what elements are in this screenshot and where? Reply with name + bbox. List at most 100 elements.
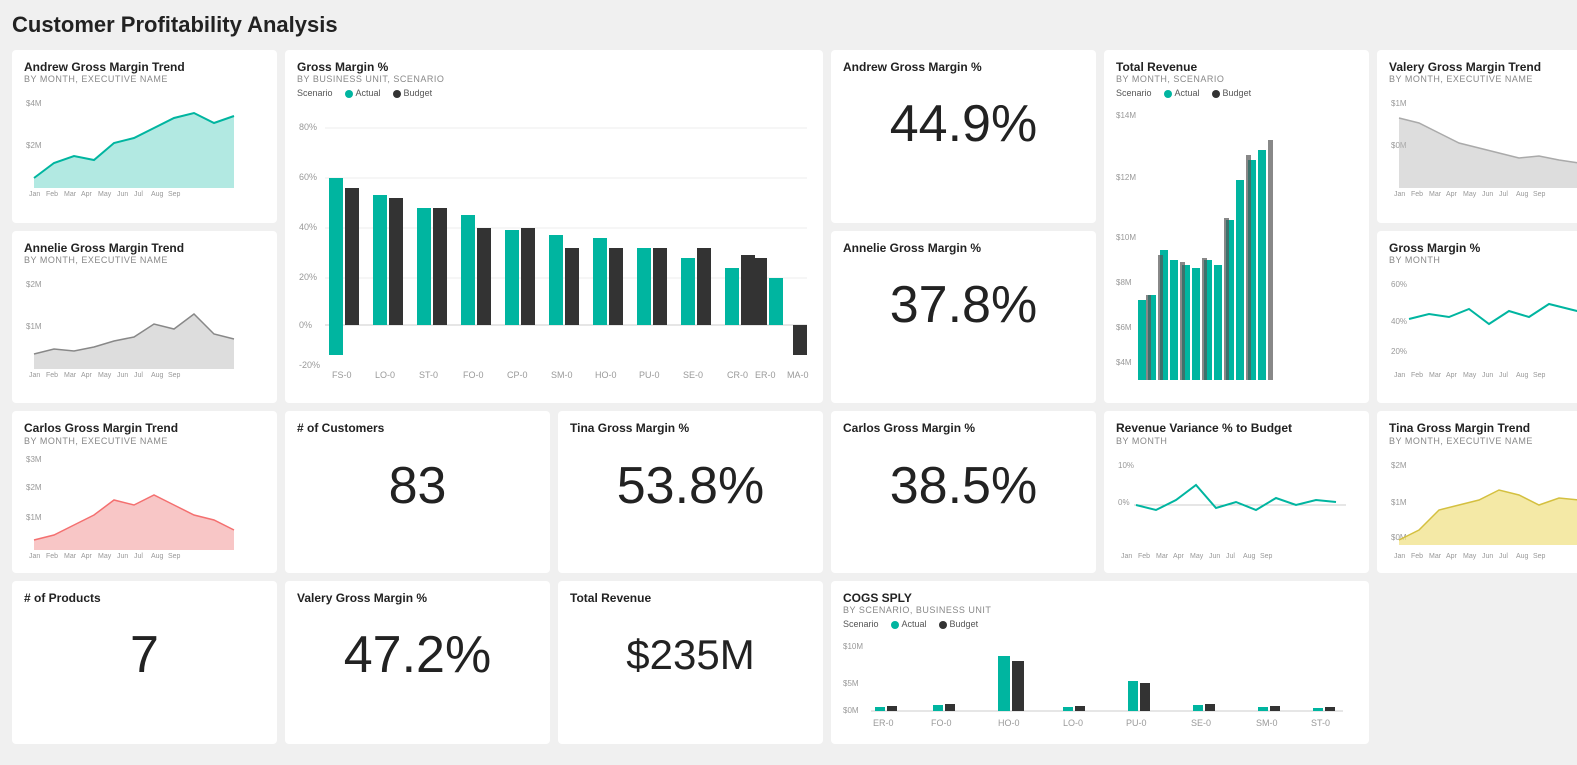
- card-valery-trend: Valery Gross Margin Trend BY MONTH, EXEC…: [1377, 50, 1577, 223]
- card-tina-gm-pct: Tina Gross Margin % 53.8%: [558, 411, 823, 572]
- svg-text:LO-0: LO-0: [1063, 718, 1083, 728]
- svg-text:$10M: $10M: [843, 642, 863, 651]
- value-annelie-gm-pct: 37.8%: [843, 255, 1084, 355]
- svg-text:Jan: Jan: [1394, 372, 1405, 379]
- card-title-total-revenue-big: Total Revenue: [570, 591, 811, 605]
- svg-text:CP-0: CP-0: [507, 370, 528, 380]
- svg-text:CR-0: CR-0: [727, 370, 748, 380]
- svg-text:0%: 0%: [299, 320, 312, 330]
- svg-text:May: May: [98, 372, 112, 379]
- chart-gross-margin-month: 60% 40% 20% Jan Feb Mar Apr May Jun Jul …: [1389, 269, 1577, 379]
- chart-annelie-trend: $2M $1M Jan Feb Mar Apr May Jun Jul Aug …: [24, 269, 264, 379]
- card-andrew-trend: Andrew Gross Margin Trend BY MONTH, EXEC…: [12, 50, 277, 223]
- value-valery-gm-pct: 47.2%: [297, 605, 538, 705]
- svg-text:Jun: Jun: [1482, 553, 1493, 560]
- card-cogs-sply: COGS SPLY BY SCENARIO, BUSINESS UNIT Sce…: [831, 581, 1369, 744]
- svg-text:Sep: Sep: [168, 372, 181, 379]
- svg-text:$1M: $1M: [1391, 498, 1407, 507]
- svg-text:Jun: Jun: [117, 553, 128, 560]
- card-title-tina-trend: Tina Gross Margin Trend: [1389, 421, 1577, 435]
- card-title-total-revenue-chart: Total Revenue: [1116, 60, 1357, 74]
- svg-text:Apr: Apr: [1446, 553, 1458, 560]
- svg-text:Feb: Feb: [46, 191, 58, 198]
- legend-cogs-sply: Scenario Actual Budget: [843, 619, 1357, 629]
- svg-text:Jan: Jan: [29, 553, 40, 560]
- card-title-valery-trend: Valery Gross Margin Trend: [1389, 60, 1577, 74]
- svg-text:FO-0: FO-0: [463, 370, 484, 380]
- svg-text:May: May: [1463, 191, 1477, 198]
- legend-item-budget2: Budget: [1212, 88, 1252, 98]
- svg-text:ST-0: ST-0: [419, 370, 438, 380]
- legend-item-actual3: Actual: [891, 619, 927, 629]
- card-title-gross-margin-month: Gross Margin %: [1389, 241, 1577, 255]
- svg-text:Mar: Mar: [1156, 553, 1169, 560]
- card-subtitle-carlos-trend: BY MONTH, EXECUTIVE NAME: [24, 436, 265, 446]
- card-num-customers: # of Customers 83: [285, 411, 550, 572]
- svg-text:Jan: Jan: [1121, 553, 1132, 560]
- card-gross-margin-month: Gross Margin % BY MONTH 60% 40% 20% Jan …: [1377, 231, 1577, 404]
- svg-text:Jul: Jul: [134, 191, 143, 198]
- card-title-andrew-gm-pct: Andrew Gross Margin %: [843, 60, 1084, 74]
- svg-text:Mar: Mar: [64, 191, 77, 198]
- svg-text:20%: 20%: [1391, 347, 1407, 356]
- svg-text:$12M: $12M: [1116, 173, 1136, 182]
- legend-gross-margin-bu: Scenario Actual Budget: [297, 88, 811, 98]
- card-carlos-trend: Carlos Gross Margin Trend BY MONTH, EXEC…: [12, 411, 277, 572]
- svg-text:Jul: Jul: [1499, 553, 1508, 560]
- svg-text:May: May: [1190, 553, 1204, 560]
- card-annelie-trend: Annelie Gross Margin Trend BY MONTH, EXE…: [12, 231, 277, 404]
- card-title-tina-gm-pct: Tina Gross Margin %: [570, 421, 811, 435]
- legend-label-scenario3: Scenario: [843, 619, 879, 629]
- svg-text:0%: 0%: [1118, 498, 1130, 507]
- svg-text:May: May: [98, 553, 112, 560]
- svg-text:Feb: Feb: [46, 372, 58, 379]
- svg-text:HO-0: HO-0: [998, 718, 1020, 728]
- svg-text:Mar: Mar: [1429, 372, 1442, 379]
- svg-text:LO-0: LO-0: [375, 370, 395, 380]
- svg-text:Jul: Jul: [134, 372, 143, 379]
- legend-item-actual2: Actual: [1164, 88, 1200, 98]
- svg-text:$2M: $2M: [26, 280, 42, 289]
- svg-text:Mar: Mar: [64, 372, 77, 379]
- svg-text:Feb: Feb: [1411, 553, 1423, 560]
- svg-text:$4M: $4M: [1116, 358, 1132, 367]
- card-title-andrew-trend: Andrew Gross Margin Trend: [24, 60, 265, 74]
- svg-text:Jan: Jan: [29, 372, 40, 379]
- svg-text:Aug: Aug: [1516, 372, 1529, 379]
- card-subtitle-revenue-variance: BY MONTH: [1116, 436, 1357, 446]
- svg-text:SE-0: SE-0: [1191, 718, 1211, 728]
- svg-text:80%: 80%: [299, 122, 317, 132]
- card-subtitle-cogs-sply: BY SCENARIO, BUSINESS UNIT: [843, 605, 1357, 615]
- svg-text:Apr: Apr: [81, 553, 93, 560]
- svg-text:Sep: Sep: [168, 553, 181, 560]
- card-subtitle-valery-trend: BY MONTH, EXECUTIVE NAME: [1389, 74, 1577, 84]
- card-title-num-products: # of Products: [24, 591, 265, 605]
- svg-text:$0M: $0M: [843, 706, 859, 715]
- chart-carlos-trend: $3M $2M $1M Jan Feb Mar Apr May Jun Jul …: [24, 450, 264, 560]
- svg-text:Aug: Aug: [151, 553, 164, 560]
- value-num-products: 7: [24, 605, 265, 705]
- chart-tina-trend: $2M $1M $0M Jan Feb Mar Apr May Jun Jul …: [1389, 450, 1577, 560]
- card-title-valery-gm-pct: Valery Gross Margin %: [297, 591, 538, 605]
- chart-cogs-sply: $10M $5M $0M: [843, 631, 1363, 731]
- svg-text:Mar: Mar: [64, 553, 77, 560]
- card-title-carlos-trend: Carlos Gross Margin Trend: [24, 421, 265, 435]
- card-num-products: # of Products 7: [12, 581, 277, 744]
- svg-text:Mar: Mar: [1429, 191, 1442, 198]
- svg-text:PU-0: PU-0: [1126, 718, 1147, 728]
- svg-text:May: May: [98, 191, 112, 198]
- svg-text:Jun: Jun: [117, 372, 128, 379]
- svg-text:-20%: -20%: [299, 360, 320, 370]
- svg-text:$8M: $8M: [1116, 278, 1132, 287]
- card-andrew-gm-pct: Andrew Gross Margin % 44.9%: [831, 50, 1096, 223]
- card-subtitle-andrew-trend: BY MONTH, EXECUTIVE NAME: [24, 74, 265, 84]
- chart-valery-trend: $1M $0M Jan Feb Mar Apr May Jun Jul Aug …: [1389, 88, 1577, 198]
- svg-text:Jan: Jan: [1394, 553, 1405, 560]
- card-subtitle-tina-trend: BY MONTH, EXECUTIVE NAME: [1389, 436, 1577, 446]
- svg-text:Sep: Sep: [1533, 372, 1546, 379]
- svg-text:$4M: $4M: [26, 99, 42, 108]
- svg-text:Jul: Jul: [1499, 372, 1508, 379]
- card-title-carlos-gm-pct: Carlos Gross Margin %: [843, 421, 1084, 435]
- svg-text:SM-0: SM-0: [551, 370, 573, 380]
- chart-gross-margin-bu: 80% 60% 40% 20% 0% -20%: [297, 100, 817, 390]
